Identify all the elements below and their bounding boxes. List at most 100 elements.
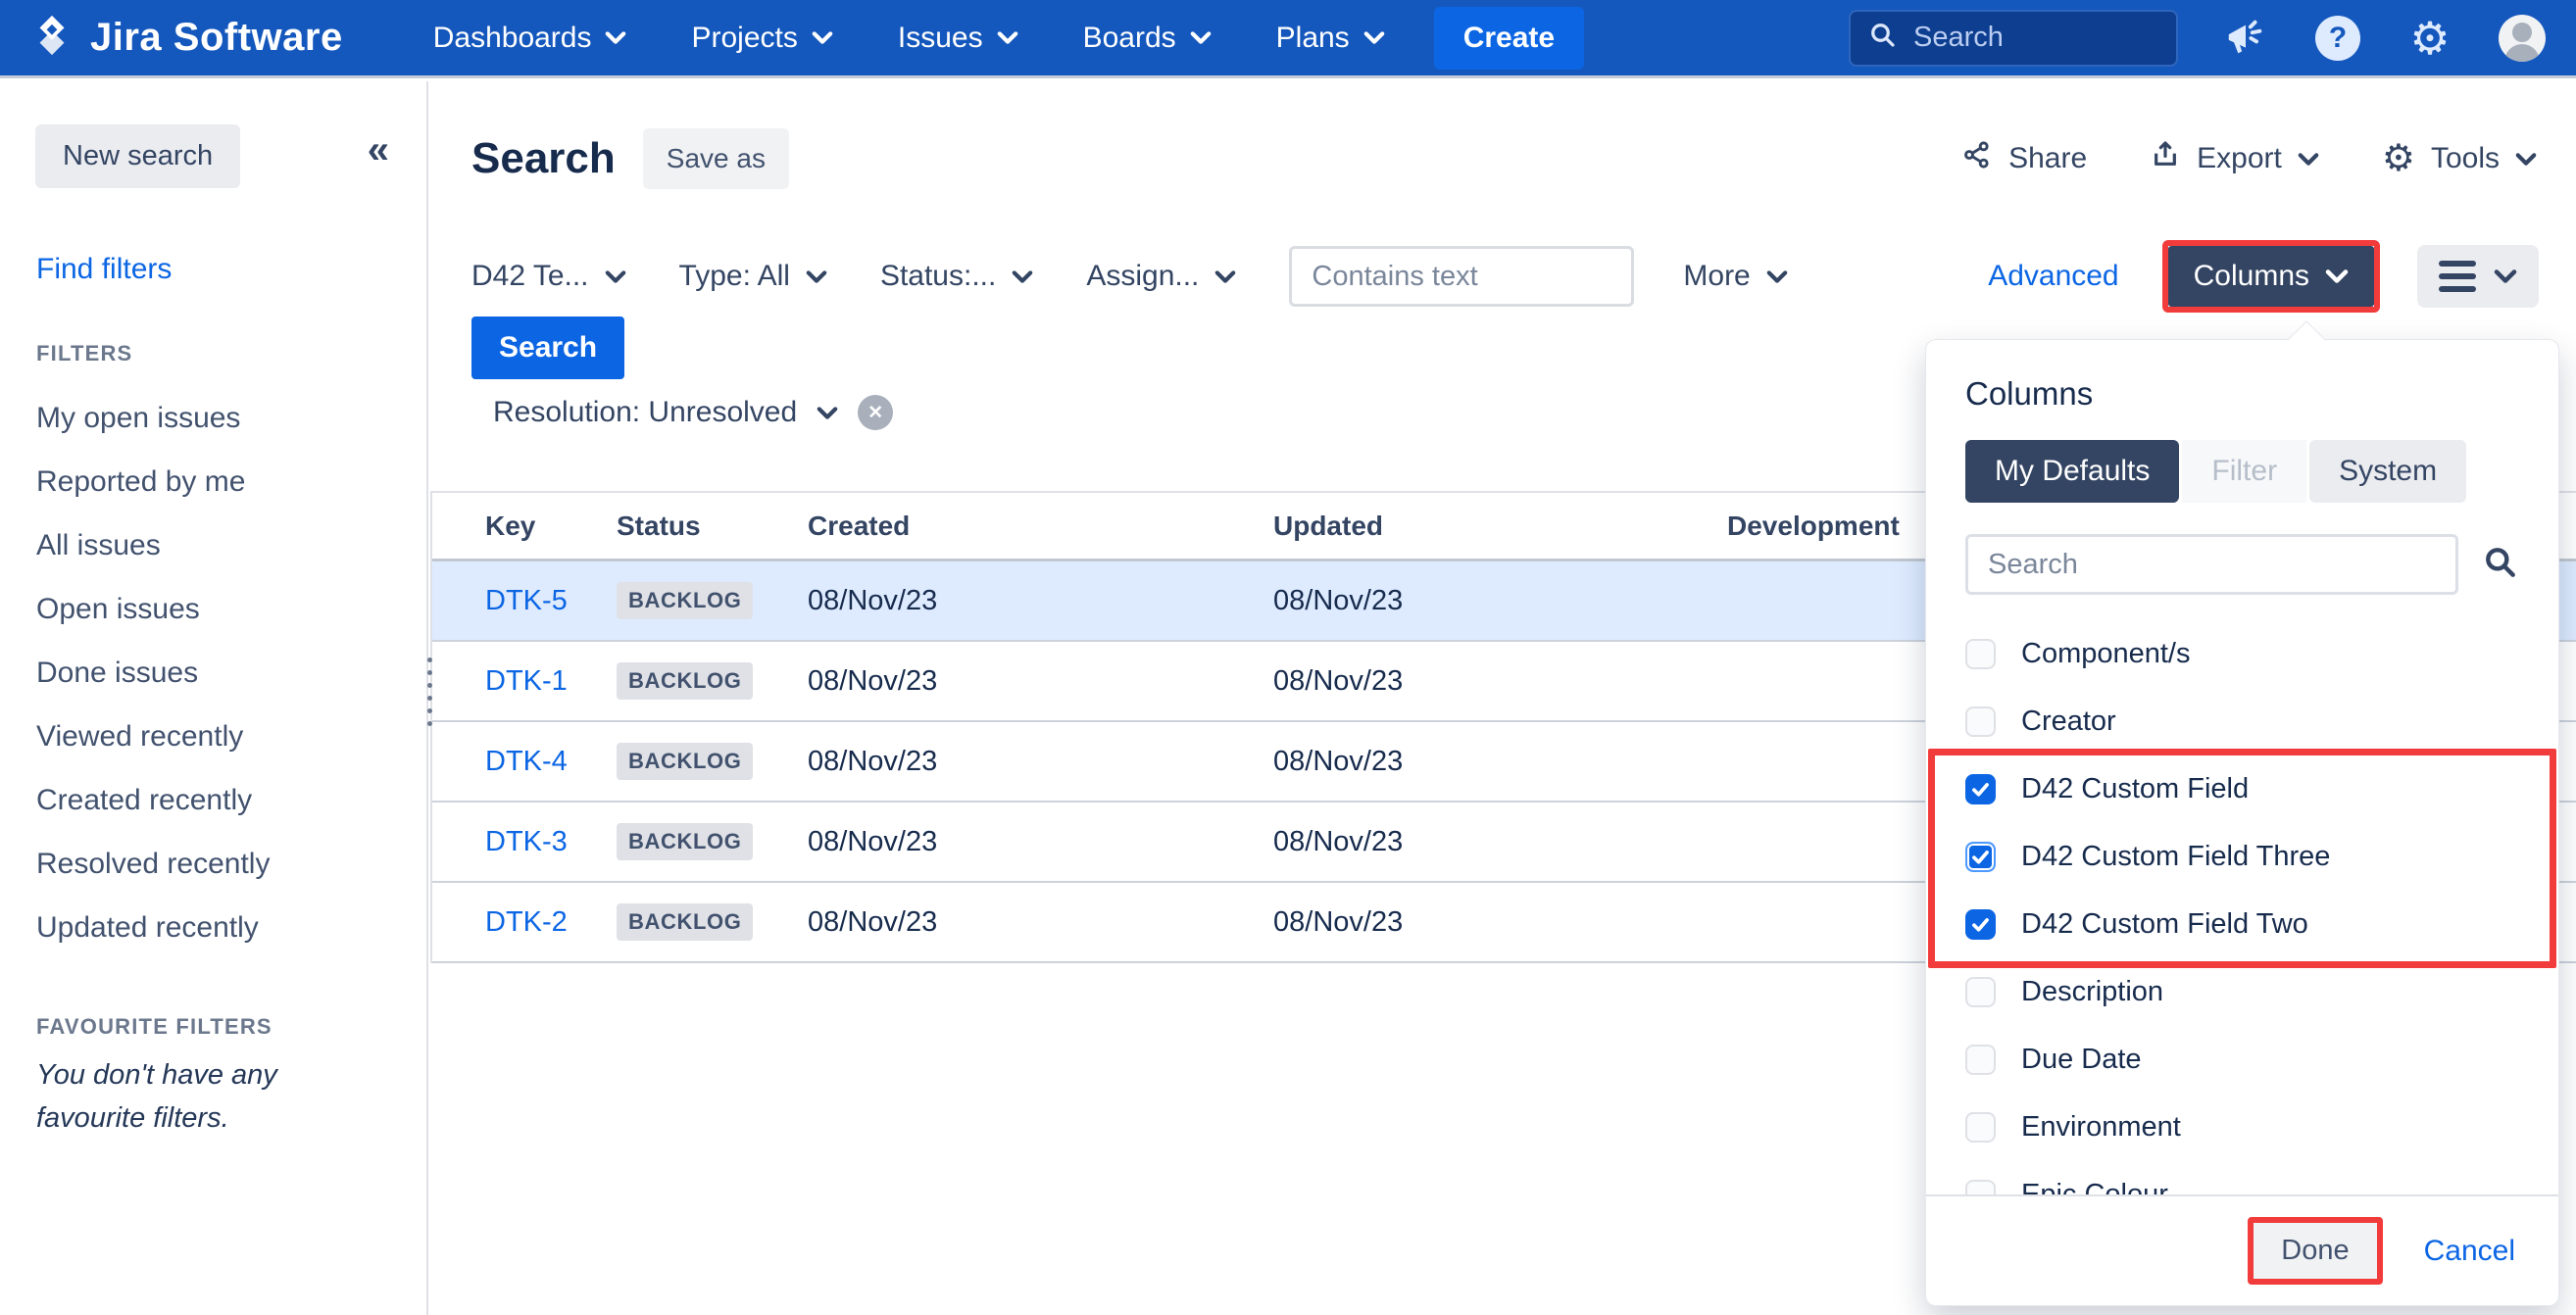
sidebar-filter-item[interactable]: Created recently bbox=[36, 768, 426, 832]
create-button[interactable]: Create bbox=[1434, 7, 1584, 70]
checked-checkbox[interactable] bbox=[1965, 774, 1996, 804]
updated-cell: 08/Nov/23 bbox=[1273, 665, 1727, 698]
issue-key-link[interactable]: DTK-2 bbox=[485, 906, 568, 938]
unchecked-checkbox[interactable] bbox=[1965, 977, 1996, 1007]
sidebar-filter-item[interactable]: Open issues bbox=[36, 577, 426, 641]
contains-text-input[interactable] bbox=[1289, 246, 1634, 307]
issue-key-link[interactable]: DTK-3 bbox=[485, 826, 568, 857]
unchecked-checkbox[interactable] bbox=[1965, 1112, 1996, 1143]
columns-search-input[interactable] bbox=[1965, 534, 2458, 595]
layout-switcher-button[interactable] bbox=[2417, 245, 2539, 308]
created-cell: 08/Nov/23 bbox=[808, 906, 1273, 939]
status-badge: BACKLOG bbox=[617, 582, 753, 619]
nav-search-box[interactable] bbox=[1849, 10, 2178, 67]
column-option-label: Description bbox=[2021, 976, 2163, 1008]
column-header-updated[interactable]: Updated bbox=[1273, 511, 1727, 542]
columns-button[interactable]: Columns bbox=[2168, 246, 2374, 307]
sidebar-filter-item[interactable]: Updated recently bbox=[36, 896, 426, 959]
new-search-button[interactable]: New search bbox=[35, 124, 240, 188]
column-header-status[interactable]: Status bbox=[617, 511, 808, 542]
megaphone-icon[interactable] bbox=[2221, 14, 2270, 63]
filters-heading: FILTERS bbox=[36, 341, 426, 366]
column-option[interactable]: D42 Custom Field Three bbox=[1926, 823, 2558, 891]
nav-item-projects[interactable]: Projects bbox=[691, 22, 832, 55]
avatar[interactable] bbox=[2498, 14, 2547, 63]
magnifier-icon[interactable] bbox=[2482, 544, 2519, 586]
chevron-down-icon bbox=[1214, 269, 1236, 284]
column-option[interactable]: Due Date bbox=[1926, 1026, 2558, 1094]
chevron-down-icon bbox=[2494, 268, 2517, 284]
columns-tab-filter: Filter bbox=[2182, 440, 2306, 503]
search-button[interactable]: Search bbox=[471, 317, 624, 379]
collapse-sidebar-icon[interactable]: « bbox=[368, 130, 389, 170]
search-icon bbox=[1868, 21, 1898, 55]
status-badge: BACKLOG bbox=[617, 662, 753, 700]
favourite-filters-heading: FAVOURITE FILTERS bbox=[36, 1014, 426, 1040]
gear-icon[interactable]: ⚙ bbox=[2405, 14, 2454, 63]
find-filters-link[interactable]: Find filters bbox=[36, 253, 426, 286]
sidebar-filter-item[interactable]: Viewed recently bbox=[36, 705, 426, 768]
column-option[interactable]: D42 Custom Field bbox=[1926, 755, 2558, 823]
issue-key-link[interactable]: DTK-1 bbox=[485, 665, 568, 697]
done-button[interactable]: Done bbox=[2254, 1223, 2376, 1279]
nav-icons: ? ⚙ bbox=[2221, 14, 2547, 63]
column-option[interactable]: D42 Custom Field Two bbox=[1926, 891, 2558, 958]
chevron-down-icon bbox=[2298, 152, 2319, 167]
sidebar-filter-item[interactable]: Reported by me bbox=[36, 450, 426, 513]
checked-checkbox[interactable] bbox=[1965, 909, 1996, 940]
column-option[interactable]: Environment bbox=[1926, 1094, 2558, 1161]
columns-popup: Columns My DefaultsFilterSystem Componen… bbox=[1926, 340, 2558, 1305]
applied-filter-chip[interactable]: Resolution: Unresolved ✕ bbox=[493, 395, 893, 430]
column-option-label: Due Date bbox=[2021, 1044, 2142, 1076]
highlight-box-columns: Columns bbox=[2162, 240, 2380, 313]
sidebar-filter-item[interactable]: My open issues bbox=[36, 386, 426, 450]
sidebar-filter-item[interactable]: Done issues bbox=[36, 641, 426, 705]
sidebar-filter-item[interactable]: Resolved recently bbox=[36, 832, 426, 896]
column-option[interactable]: Creator bbox=[1926, 688, 2558, 755]
list-view-icon bbox=[2439, 261, 2476, 292]
nav-item-dashboards[interactable]: Dashboards bbox=[433, 22, 627, 55]
issue-key-link[interactable]: DTK-4 bbox=[485, 746, 568, 777]
chevron-down-icon bbox=[2325, 268, 2349, 284]
project-filter-dropdown[interactable]: D42 Te... bbox=[471, 260, 626, 293]
checked-checkbox[interactable] bbox=[1965, 842, 1996, 872]
column-option-label: Component/s bbox=[2021, 638, 2191, 670]
export-button[interactable]: Export bbox=[2150, 139, 2319, 178]
unchecked-checkbox[interactable] bbox=[1965, 639, 1996, 669]
column-header-key[interactable]: Key bbox=[485, 511, 617, 542]
cancel-link[interactable]: Cancel bbox=[2424, 1235, 2515, 1268]
column-option-label: Environment bbox=[2021, 1111, 2181, 1144]
more-filters-dropdown[interactable]: More bbox=[1683, 260, 1787, 293]
page-title: Search bbox=[471, 134, 616, 183]
remove-filter-icon[interactable]: ✕ bbox=[858, 395, 893, 430]
tools-button[interactable]: ⚙ Tools bbox=[2382, 140, 2537, 177]
advanced-link[interactable]: Advanced bbox=[1988, 260, 2118, 293]
chevron-down-icon bbox=[1190, 30, 1212, 45]
nav-item-boards[interactable]: Boards bbox=[1083, 22, 1212, 55]
chevron-down-icon bbox=[2515, 152, 2537, 167]
chevron-down-icon bbox=[817, 406, 838, 420]
unchecked-checkbox[interactable] bbox=[1965, 1045, 1996, 1075]
sidebar-filter-item[interactable]: All issues bbox=[36, 513, 426, 577]
nav-item-issues[interactable]: Issues bbox=[898, 22, 1018, 55]
columns-tab-system[interactable]: System bbox=[2309, 440, 2466, 503]
status-filter-dropdown[interactable]: Status:... bbox=[880, 260, 1033, 293]
created-cell: 08/Nov/23 bbox=[808, 746, 1273, 778]
column-header-created[interactable]: Created bbox=[808, 511, 1273, 542]
assignee-filter-dropdown[interactable]: Assign... bbox=[1086, 260, 1236, 293]
column-option[interactable]: Component/s bbox=[1926, 620, 2558, 688]
column-option[interactable]: Description bbox=[1926, 958, 2558, 1026]
issue-key-link[interactable]: DTK-5 bbox=[485, 585, 568, 616]
brand-title: Jira Software bbox=[90, 16, 343, 60]
nav-item-plans[interactable]: Plans bbox=[1276, 22, 1385, 55]
type-filter-dropdown[interactable]: Type: All bbox=[679, 260, 827, 293]
share-button[interactable]: Share bbox=[1961, 139, 2087, 178]
help-icon[interactable]: ? bbox=[2313, 14, 2362, 63]
unchecked-checkbox[interactable] bbox=[1965, 706, 1996, 737]
jira-brand[interactable]: Jira Software bbox=[29, 13, 343, 63]
columns-tab-my-defaults[interactable]: My Defaults bbox=[1965, 440, 2179, 503]
drag-handle[interactable] bbox=[427, 658, 432, 726]
save-as-button[interactable]: Save as bbox=[643, 128, 789, 189]
status-badge: BACKLOG bbox=[617, 743, 753, 780]
updated-cell: 08/Nov/23 bbox=[1273, 826, 1727, 858]
